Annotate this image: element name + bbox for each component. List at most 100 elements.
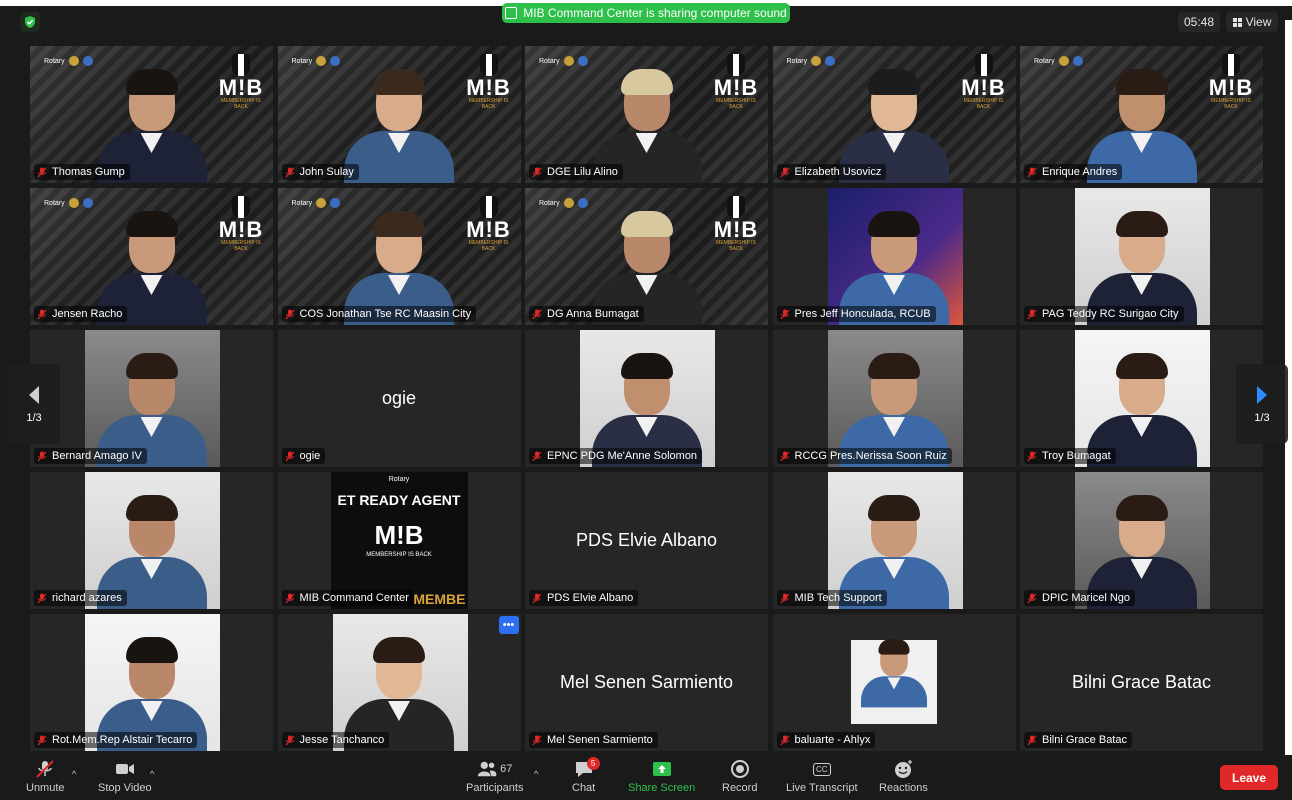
participant-tile[interactable]: EPNC PDG Me'Anne Solomon: [525, 330, 768, 467]
video-options-caret[interactable]: ^: [150, 769, 154, 779]
rotary-label: Rotary: [44, 199, 65, 207]
muted-mic-icon: [1027, 309, 1037, 320]
participant-tile[interactable]: Rotary M!B MEMBERSHIP IS BACK DG Anna Bumag…: [525, 188, 768, 325]
participant-tile[interactable]: Bilni Grace Batac Bilni Grace Batac: [1020, 614, 1263, 751]
participant-display-name: Mel Senen Sarmiento: [559, 672, 734, 692]
mib-logo-word: M!B: [1208, 75, 1254, 100]
participants-label: Participants: [466, 782, 524, 794]
participant-display-name: Bilni Grace Batac: [1071, 672, 1212, 692]
participant-tile[interactable]: baluarte - Ahlyx: [772, 614, 1016, 751]
serve-logo-icon: [82, 56, 93, 66]
participant-name-tag: Mel Senen Sarmiento: [529, 732, 658, 748]
stop-video-label: Stop Video: [98, 782, 152, 794]
participant-tile[interactable]: Mel Senen Sarmiento Mel Senen Sarmiento: [525, 614, 768, 751]
mib-logo-word: M!B: [961, 75, 1006, 100]
participant-tile[interactable]: Rotary ET READY AGENT M!B MEMBERSHIP IS BAC…: [277, 472, 521, 609]
mib-logo-word: M!B: [466, 75, 511, 100]
participant-tile[interactable]: Rotary M!B MEMBERSHIP IS BACK Enrique Andre…: [1020, 46, 1263, 183]
participant-tile[interactable]: MIB Tech Support: [772, 472, 1016, 609]
record-button[interactable]: Record: [722, 759, 757, 794]
participant-name-tag: EPNC PDG Me'Anne Solomon: [529, 448, 703, 464]
participant-tile[interactable]: RCCG Pres.Nerissa Soon Ruiz: [772, 330, 1016, 467]
participant-tile[interactable]: Rot.Mem.Rep Alstair Tecarro: [30, 614, 273, 751]
participant-tile[interactable]: DPIC Maricel Ngo: [1020, 472, 1263, 609]
security-shield-icon[interactable]: [20, 12, 40, 32]
participant-name: ogie: [299, 450, 321, 462]
participant-tile[interactable]: Troy Bumagat: [1020, 330, 1263, 467]
mib-logo: M!B MEMBERSHIP IS BACK: [465, 54, 513, 110]
participant-name-tag: Jensen Racho: [34, 306, 128, 322]
unmute-button[interactable]: Unmute: [26, 759, 65, 794]
participant-tile[interactable]: Rotary M!B MEMBERSHIP IS BACK Elizabeth Uso…: [772, 46, 1016, 183]
participant-name: Enrique Andres: [1042, 166, 1118, 178]
participant-tile[interactable]: Rotary M!B MEMBERSHIP IS BACK John Sulay: [277, 46, 521, 183]
serve-logo-icon: [825, 56, 836, 66]
participant-tile[interactable]: ogie ogie: [277, 330, 521, 467]
prev-page-button[interactable]: 1/3: [8, 364, 60, 444]
serve-logo-icon: [1072, 56, 1083, 66]
participant-tile[interactable]: PAG Teddy RC Surigao City: [1020, 188, 1263, 325]
page-indicator-left: 1/3: [26, 412, 42, 424]
more-options-button[interactable]: •••: [498, 616, 519, 634]
participant-tile[interactable]: Rotary M!B MEMBERSHIP IS BACK COS Jonathan …: [277, 188, 521, 325]
participant-tile[interactable]: richard azares: [30, 472, 273, 609]
rotary-logo: Rotary: [1034, 56, 1083, 66]
rotary-wheel-icon: [68, 56, 79, 66]
mib-logo-sub: MEMBERSHIP IS BACK: [221, 240, 261, 252]
participants-options-caret[interactable]: ^: [534, 769, 538, 779]
tuxedo-icon: [479, 54, 498, 76]
rotary-logo: Rotary: [292, 56, 341, 66]
participant-name-tag: ogie: [281, 448, 326, 464]
view-button[interactable]: View: [1226, 12, 1278, 32]
participant-tile[interactable]: Bernard Amago IV: [30, 330, 273, 467]
participant-tile[interactable]: Rotary M!B MEMBERSHIP IS BACK Jensen Racho: [30, 188, 273, 325]
participant-name: Troy Bumagat: [1042, 450, 1111, 462]
mib-logo: M!B MEMBERSHIP IS BACK: [960, 54, 1008, 110]
mib-logo-word: M!B: [466, 217, 511, 242]
participant-name: Bernard Amago IV: [52, 450, 142, 462]
participant-tile[interactable]: Rotary M!B MEMBERSHIP IS BACK DGE Lilu Alin…: [525, 46, 768, 183]
participant-name: Mel Senen Sarmiento: [547, 734, 653, 746]
mib-logo-sub: MEMBERSHIP IS BACK: [1211, 98, 1251, 110]
participant-name: Pres Jeff Honculada, RCUB: [794, 308, 931, 320]
rotary-logo: Rotary: [787, 56, 836, 66]
rotary-label: Rotary: [388, 476, 410, 483]
rotary-label: Rotary: [539, 199, 560, 207]
participant-name: John Sulay: [299, 166, 354, 178]
participant-display-name: PDS Elvie Albano: [575, 530, 718, 550]
participant-name: PAG Teddy RC Surigao City: [1042, 308, 1179, 320]
sharing-sound-banner[interactable]: MIB Command Center is sharing computer s…: [502, 3, 790, 23]
participant-tile[interactable]: Rotary M!B MEMBERSHIP IS BACK Thomas Gump: [30, 46, 273, 183]
next-page-button[interactable]: 1/3: [1236, 364, 1288, 444]
participant-video: [344, 65, 454, 183]
stop-video-button[interactable]: Stop Video: [98, 759, 152, 794]
tuxedo-icon: [974, 54, 993, 76]
muted-mic-icon: [780, 735, 790, 746]
reactions-label: Reactions: [879, 782, 928, 794]
live-transcript-label: Live Transcript: [786, 782, 858, 794]
participant-name: EPNC PDG Me'Anne Solomon: [547, 450, 698, 462]
participant-name-tag: Bilni Grace Batac: [1024, 732, 1132, 748]
share-screen-button[interactable]: Share Screen: [628, 759, 695, 794]
muted-mic-icon: [36, 760, 54, 778]
participant-name: Thomas Gump: [52, 166, 125, 178]
participants-button[interactable]: 67 Participants: [466, 759, 523, 794]
live-transcript-button[interactable]: CC Live Transcript: [786, 759, 858, 794]
poster-footer: MEMBE: [413, 591, 466, 607]
chat-button[interactable]: 5 Chat: [572, 757, 600, 794]
participant-tile[interactable]: ••• Jesse Tanchanco: [277, 614, 521, 751]
participant-name: RCCG Pres.Nerissa Soon Ruiz: [794, 450, 947, 462]
participant-tile[interactable]: Pres Jeff Honculada, RCUB: [772, 188, 1016, 325]
rotary-logo: Rotary: [44, 198, 93, 208]
audio-options-caret[interactable]: ^: [72, 769, 76, 779]
participant-name: MIB Command Center: [299, 592, 409, 604]
leave-button[interactable]: Leave: [1220, 765, 1278, 790]
muted-mic-icon: [37, 451, 47, 462]
view-label: View: [1245, 15, 1272, 29]
muted-mic-icon: [532, 309, 542, 320]
participant-name-tag: baluarte - Ahlyx: [776, 732, 876, 748]
participant-tile[interactable]: PDS Elvie Albano PDS Elvie Albano: [525, 472, 768, 609]
tuxedo-icon: [727, 196, 745, 218]
reactions-button[interactable]: Reactions: [879, 759, 928, 794]
mib-logo-sub: MEMBERSHIP IS BACK: [468, 98, 509, 110]
